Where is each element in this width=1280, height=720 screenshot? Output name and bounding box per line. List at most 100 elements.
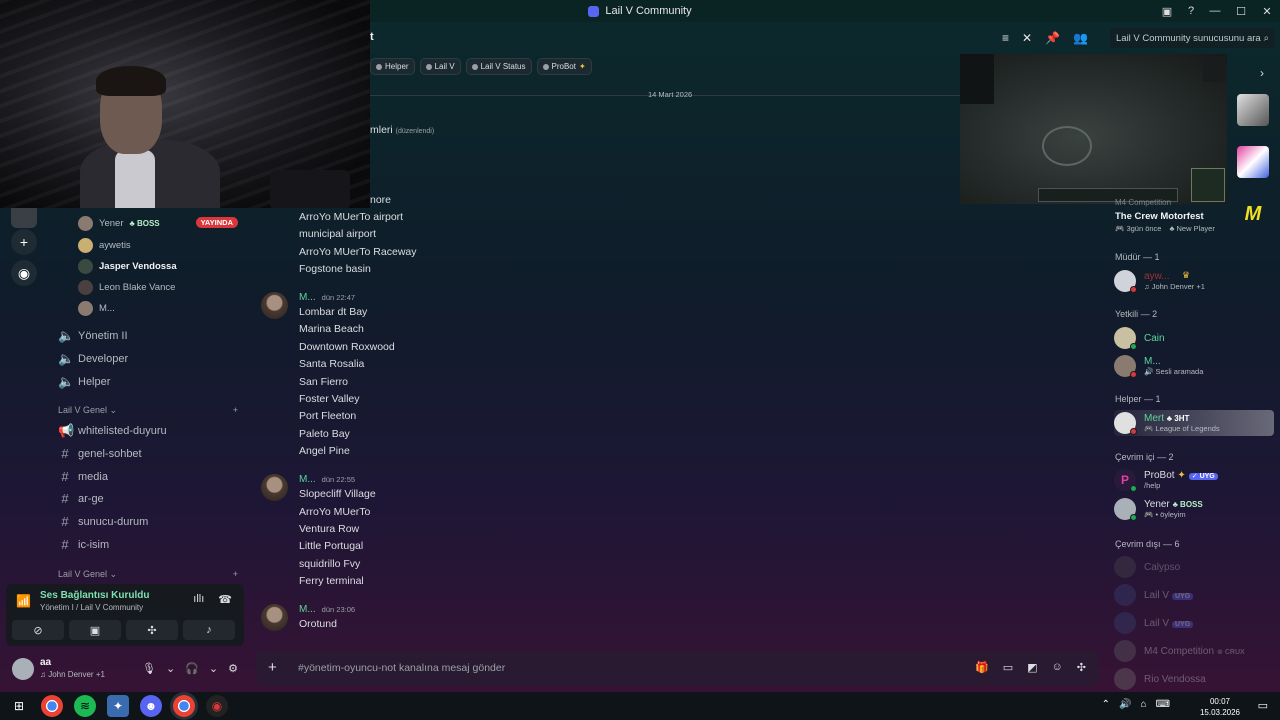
dot-icon [471, 63, 478, 70]
soundboard-button[interactable]: ♪ [183, 620, 235, 640]
activities-button[interactable]: ✣ [126, 620, 178, 640]
pin-icon[interactable]: 📌 [1045, 31, 1060, 45]
avatar[interactable] [261, 292, 288, 319]
dot-icon [542, 63, 549, 70]
game-icon[interactable] [1237, 146, 1269, 178]
language-icon[interactable]: ⌨ [1156, 699, 1170, 710]
obs-icon[interactable]: ◉ [206, 695, 228, 717]
message-time: dün 22:55 [321, 475, 356, 484]
category-header[interactable]: Lail V Genel ⌄ + [58, 405, 238, 416]
member-item[interactable]: Lail V UYG [1114, 584, 1274, 606]
avatar[interactable] [261, 604, 288, 631]
apps-icon[interactable]: ✣ [1077, 661, 1086, 674]
channel-whitelisted-duyuru[interactable]: 📢 whitelisted-duyuru [58, 423, 167, 439]
chevron-down-icon[interactable]: ⌄ [209, 662, 218, 675]
inbox-icon[interactable]: ▣ [1160, 4, 1174, 18]
close-button[interactable]: ✕ [1254, 0, 1280, 22]
game-icon[interactable] [1237, 94, 1269, 126]
game-launcher-icon[interactable]: ✦ [107, 695, 129, 717]
tag-helper[interactable]: Helper [370, 58, 415, 75]
message-line: Fogstone basin [299, 263, 371, 275]
add-server-icon[interactable]: + [11, 229, 37, 255]
add-channel-icon[interactable]: + [233, 405, 238, 416]
channel-genel-sohbet[interactable]: # genel-sohbet [58, 446, 141, 461]
avatar[interactable] [12, 658, 34, 680]
stream-preview[interactable] [960, 54, 1227, 204]
clock[interactable]: 00:07 15.03.2026 [1200, 696, 1240, 718]
member-item[interactable]: M... 🔊 Sesli aramada [1114, 355, 1274, 378]
help-icon[interactable]: ? [1184, 4, 1198, 18]
notification-icon[interactable]: ▭ [1258, 699, 1268, 712]
member-category: Helper — 1 [1115, 394, 1161, 404]
chevron-down-icon[interactable]: ⌄ [166, 662, 175, 675]
voice-user[interactable]: Leon Blake Vance [78, 280, 175, 295]
chrome-active-icon[interactable] [173, 695, 195, 717]
headphones-icon[interactable]: 🎧 [185, 662, 199, 675]
member-item[interactable]: ayw... ♫ John Denver +1 ♛ [1114, 270, 1274, 293]
spotify-icon[interactable]: ≋ [74, 695, 96, 717]
gif-icon[interactable]: ▭ [1003, 661, 1013, 674]
m4-game-icon[interactable]: M [1237, 198, 1269, 230]
member-item[interactable]: Rio Vendossa [1114, 668, 1274, 690]
category-header[interactable]: Lail V Genel ⌄ + [58, 569, 238, 580]
hash-icon: # [61, 446, 69, 461]
voice-channel-yonetim-ii[interactable]: 🔈 Yönetim II [58, 328, 128, 344]
member-item[interactable]: Calypso [1114, 556, 1274, 578]
member-item[interactable]: M4 Competition ⊗ CRUX [1114, 640, 1274, 662]
channel-sunucu-durum[interactable]: # sunucu-durum [58, 514, 148, 529]
message-input[interactable]: + #yönetim-oyuncu-not kanalına mesaj gön… [256, 650, 1098, 686]
camera-off-button[interactable]: ⊘ [12, 620, 64, 640]
member-item[interactable]: Mert ♣ 3HT 🎮 League of Legends [1114, 410, 1274, 436]
threads-icon[interactable]: ≡ [1002, 31, 1009, 45]
message-author[interactable]: M... [299, 474, 316, 485]
windows-start-icon[interactable]: ⊞ [8, 695, 30, 717]
message-line: ArroYo MUerTo [299, 506, 371, 518]
channel-media[interactable]: # media [58, 469, 108, 484]
tag-probot[interactable]: ProBot ✦ [536, 58, 592, 75]
volume-icon[interactable]: 🔊 [1119, 699, 1131, 710]
add-channel-icon[interactable]: + [233, 569, 238, 580]
sticker-icon[interactable]: ◩ [1027, 661, 1037, 674]
search-placeholder: Lail V Community sunucusunu ara [1116, 32, 1261, 44]
voice-user[interactable]: aywetis [78, 238, 131, 253]
mute-icon[interactable]: ✕ [1022, 31, 1032, 45]
disconnect-icon[interactable]: ☎ [218, 593, 232, 606]
chevron-right-icon[interactable]: › [1260, 66, 1264, 80]
add-attachment-icon[interactable]: + [268, 659, 277, 676]
discord-icon[interactable]: ☻ [140, 695, 162, 717]
emoji-icon[interactable]: ☺ [1052, 661, 1063, 674]
maximize-button[interactable]: ☐ [1228, 0, 1254, 22]
voice-user[interactable]: Yener ♣ BOSS [78, 216, 160, 231]
member-item[interactable]: Lail V UYG [1114, 612, 1274, 634]
members-icon[interactable]: 👥 [1073, 31, 1088, 45]
gift-icon[interactable]: 🎁 [975, 661, 989, 674]
settings-icon[interactable]: ⚙ [228, 662, 238, 675]
message-author[interactable]: M... [299, 292, 316, 303]
tag-lailv-status[interactable]: Lail V Status [465, 58, 532, 75]
channel-ic-isim[interactable]: # ic-isim [58, 537, 109, 552]
message-author[interactable]: M... [299, 604, 316, 615]
network-icon[interactable]: ⌂ [1141, 699, 1147, 710]
microphone-icon[interactable]: 🎙 [142, 662, 156, 675]
member-item[interactable]: Yener ♣ BOSS 🎮 • öyleyim [1114, 498, 1274, 521]
member-item[interactable]: P ProBot ✦ ✓ UYG/help [1114, 469, 1274, 492]
voice-channel-developer[interactable]: 🔈 Developer [58, 351, 128, 367]
noise-suppression-icon[interactable]: ıllı [193, 593, 204, 606]
activity-game[interactable]: The Crew Motorfest [1115, 211, 1204, 222]
tag-lailv[interactable]: Lail V [419, 58, 461, 75]
search-input[interactable]: Lail V Community sunucusunu ara ⌕ [1110, 28, 1275, 48]
avatar[interactable] [261, 474, 288, 501]
window-title-text: Lail V Community [605, 5, 692, 17]
screen-share-button[interactable]: ▣ [69, 620, 121, 640]
chrome-icon[interactable] [41, 695, 63, 717]
voice-channel-helper[interactable]: 🔈 Helper [58, 374, 110, 390]
member-item[interactable]: Cain [1114, 327, 1274, 350]
chevron-up-icon[interactable]: ⌃ [1102, 699, 1110, 710]
minimize-button[interactable]: — [1202, 0, 1228, 22]
message-line: ArroYo MUerTo Raceway [299, 246, 417, 258]
voice-user[interactable]: M... [78, 301, 115, 316]
discover-icon[interactable]: ◉ [11, 260, 37, 286]
voice-sub[interactable]: Yönetim I / Lail V Community [40, 603, 143, 612]
channel-ar-ge[interactable]: # ar-ge [58, 491, 103, 506]
voice-user[interactable]: Jasper Vendossa [78, 259, 177, 274]
